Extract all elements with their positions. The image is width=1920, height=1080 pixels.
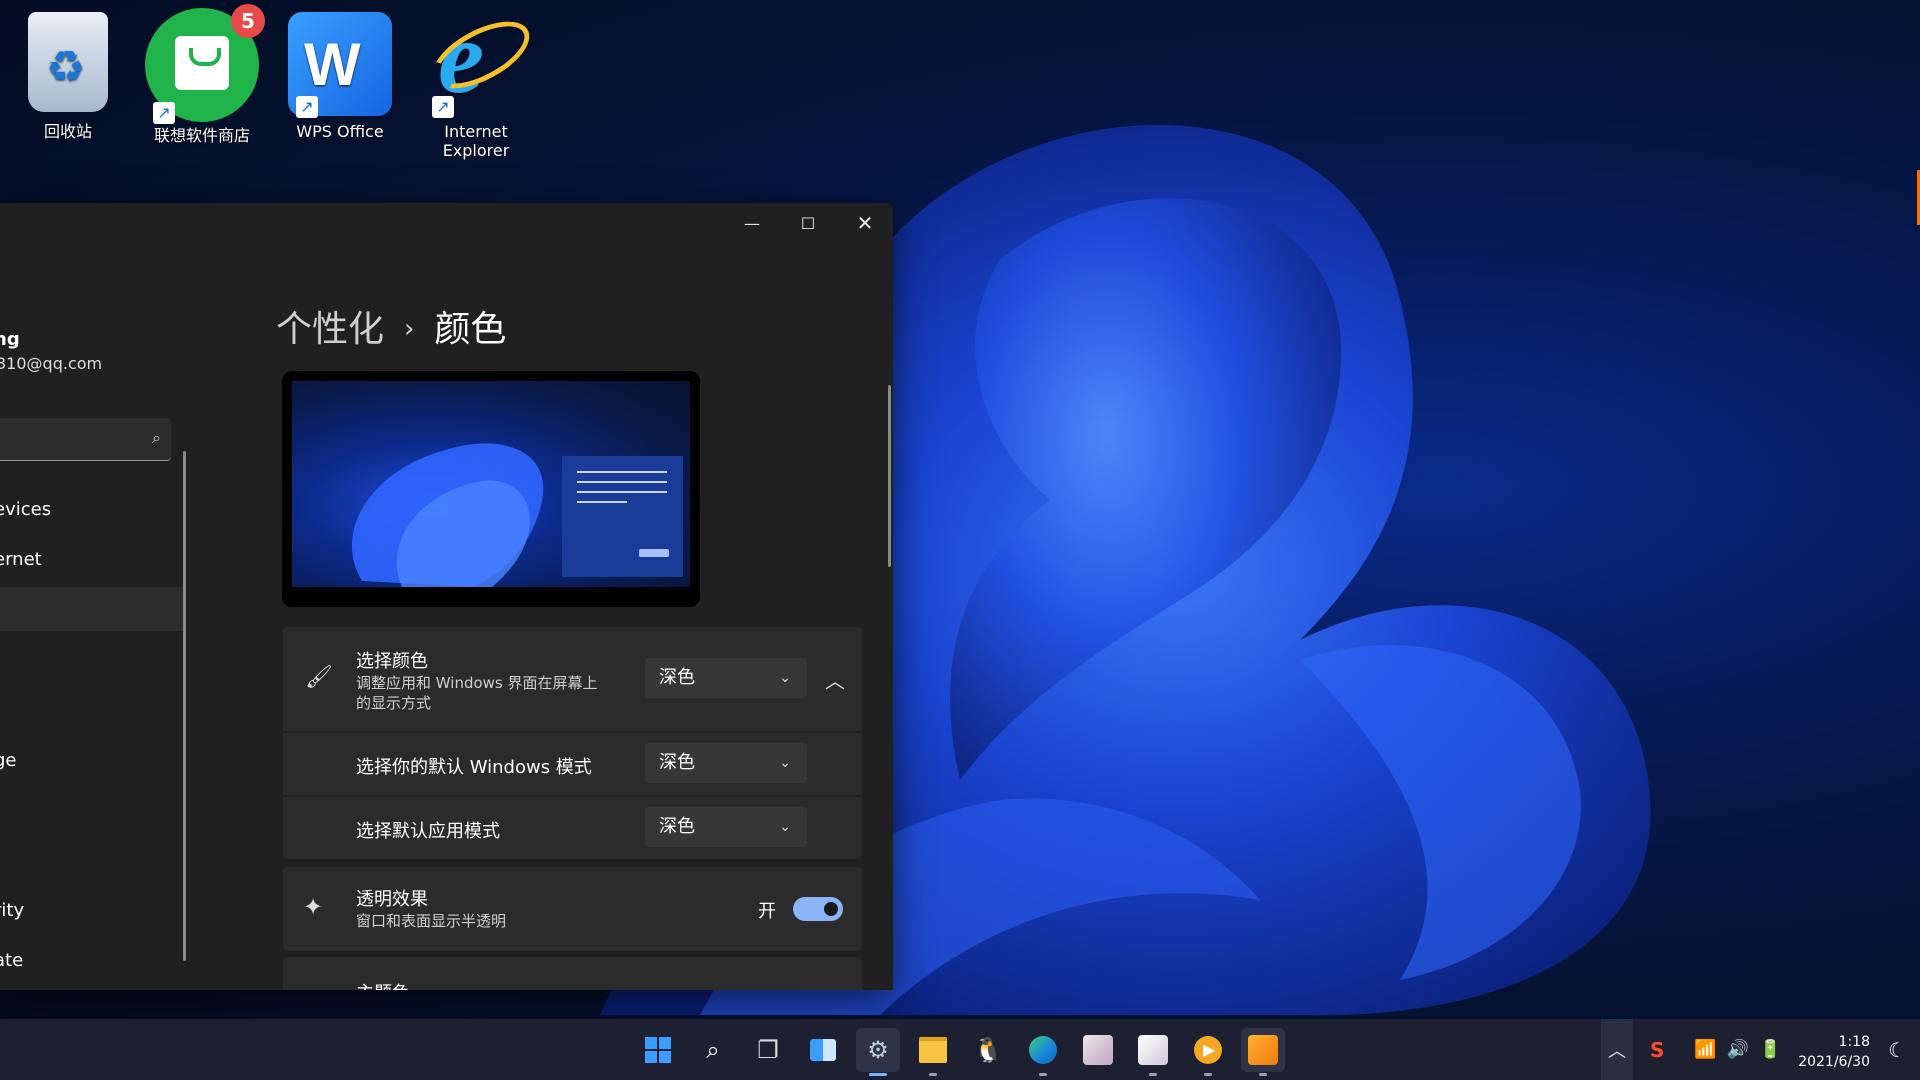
windows-mode-dropdown[interactable]: 深色 ⌄ <box>645 743 807 783</box>
file-explorer-icon[interactable] <box>911 1028 955 1076</box>
accent-color-card: 主题色 <box>283 957 862 990</box>
internet-explorer-icon: e ↗ <box>422 0 540 118</box>
paintbrush-icon: 🖌 <box>305 665 333 690</box>
choose-color-dropdown[interactable]: 深色 ⌄ <box>645 658 807 698</box>
user-email: 310@qq.com <box>0 354 103 373</box>
desktop-icon-wps-office[interactable]: W ↗ WPS Office <box>276 2 404 141</box>
app-mode-dropdown[interactable]: 深色 ⌄ <box>645 807 807 847</box>
app-mode-title: 选择默认应用模式 <box>356 821 500 842</box>
dropdown-value: 深色 <box>659 667 695 688</box>
shortcut-arrow-icon: ↗ <box>432 96 454 118</box>
shortcut-arrow-icon: ↗ <box>296 96 318 118</box>
app-icon-3[interactable] <box>1241 1028 1285 1076</box>
windows-mode-title: 选择你的默认 Windows 模式 <box>356 757 592 778</box>
sidebar-item-label: ge <box>0 750 17 771</box>
clock[interactable]: 1:18 2021/6/30 <box>1798 1032 1870 1072</box>
sidebar-item-update[interactable]: ate <box>0 939 184 983</box>
user-name: ng <box>0 329 20 350</box>
close-button[interactable]: ✕ <box>837 203 893 243</box>
app-icon-2[interactable] <box>1131 1028 1175 1076</box>
video-icon[interactable]: ▶ <box>1186 1028 1230 1076</box>
clock-time: 1:18 <box>1838 1034 1870 1050</box>
desktop-icon-label: Internet <box>444 122 508 141</box>
sidebar-item-language[interactable]: ge <box>0 739 184 783</box>
qq-icon[interactable]: 🐧 <box>966 1028 1010 1072</box>
sidebar-scrollbar[interactable] <box>183 451 186 961</box>
desktop-icon-internet-explorer[interactable]: e ↗ Internet Explorer <box>412 0 540 160</box>
content-scrollbar[interactable] <box>888 385 891 567</box>
accent-color-title: 主题色 <box>356 979 410 990</box>
sidebar-item-label: rity <box>0 900 25 921</box>
toggle-state-label: 开 <box>758 901 776 922</box>
chevron-down-icon: ⌄ <box>779 670 791 686</box>
recycle-bin-icon: ♻ <box>28 12 108 112</box>
choose-color-subtitle-line2: 的显示方式 <box>356 694 432 712</box>
battery-icon[interactable]: 🔋 <box>1759 1039 1781 1060</box>
chevron-down-icon: ⌄ <box>779 819 791 835</box>
wps-office-icon: W ↗ <box>288 12 392 118</box>
clock-date: 2021/6/30 <box>1798 1054 1870 1070</box>
desktop-icon-recycle-bin[interactable]: ♻ 回收站 <box>4 2 132 142</box>
edge-icon[interactable] <box>1021 1028 1065 1076</box>
notification-badge: 5 <box>231 4 265 38</box>
widgets-icon[interactable] <box>801 1028 845 1072</box>
preview-wallpaper <box>292 381 690 587</box>
choose-color-subtitle-line1: 调整应用和 Windows 界面在屏幕上 <box>356 674 598 692</box>
volume-icon[interactable]: 🔊 <box>1727 1039 1749 1060</box>
page-title: 颜色 <box>434 309 507 350</box>
settings-window: — ☐ ✕ ng 310@qq.com ⌕ evices ernet ge ri… <box>0 203 893 990</box>
desktop-icon-lenovo-store[interactable]: 5 ↗ 联想软件商店 <box>138 2 266 146</box>
maximize-button[interactable]: ☐ <box>780 203 836 243</box>
transparency-subtitle: 窗口和表面显示半透明 <box>356 912 507 930</box>
sidebar-item-label: ernet <box>0 549 42 570</box>
choose-color-card: 🖌 选择颜色 调整应用和 Windows 界面在屏幕上 的显示方式 深色 ⌄ ︿ <box>283 627 862 731</box>
transparency-title: 透明效果 <box>356 889 428 910</box>
sidebar-item-label: ate <box>0 950 24 971</box>
search-icon: ⌕ <box>152 428 161 447</box>
title-bar: — ☐ ✕ <box>0 203 893 243</box>
breadcrumb: 个性化 › 颜色 <box>276 300 506 352</box>
shortcut-arrow-icon: ↗ <box>153 102 175 124</box>
choose-color-title: 选择颜色 <box>356 651 428 672</box>
dropdown-value: 深色 <box>659 752 695 773</box>
sogou-ime-icon[interactable]: S <box>1650 1038 1664 1062</box>
dropdown-value: 深色 <box>659 816 695 837</box>
sidebar-item-label: evices <box>0 499 52 520</box>
desktop-icon-label: 联想软件商店 <box>153 126 250 145</box>
app-icon-1[interactable] <box>1076 1028 1120 1072</box>
breadcrumb-parent[interactable]: 个性化 <box>276 309 384 350</box>
chevron-right-icon: › <box>404 314 415 344</box>
wifi-icon[interactable]: 📶 <box>1694 1039 1716 1060</box>
sidebar-item-personalization[interactable] <box>0 587 184 631</box>
preview-window <box>562 456 683 577</box>
sidebar: ng 310@qq.com ⌕ evices ernet ge rity ate <box>0 243 190 990</box>
system-tray: S 📶 🔊 🔋 <box>1650 1019 1782 1080</box>
sidebar-item-devices[interactable]: evices <box>0 488 184 532</box>
task-view-icon[interactable]: ❐ <box>746 1028 790 1072</box>
minimize-button[interactable]: — <box>724 203 780 243</box>
transparency-card: ✦ 透明效果 窗口和表面显示半透明 开 <box>283 867 862 951</box>
desktop-icon-label: Explorer <box>442 141 510 160</box>
transparency-toggle[interactable] <box>793 897 843 921</box>
chevron-down-icon: ⌄ <box>779 755 791 771</box>
sidebar-item-internet[interactable]: ernet <box>0 538 184 582</box>
windows-mode-row: 选择你的默认 Windows 模式 深色 ⌄ <box>283 733 862 795</box>
start-icon[interactable] <box>636 1028 680 1072</box>
theme-preview <box>282 371 700 607</box>
transparency-icon: ✦ <box>303 893 324 921</box>
lenovo-store-icon: 5 ↗ <box>145 4 265 124</box>
app-mode-row: 选择默认应用模式 深色 ⌄ <box>283 797 862 859</box>
chevron-up-icon[interactable]: ︿ <box>825 665 845 694</box>
search-icon[interactable]: ⌕ <box>691 1028 735 1072</box>
desktop-icon-label: WPS Office <box>296 122 384 141</box>
show-hidden-icons-button[interactable]: ︿ <box>1601 1019 1633 1080</box>
taskbar: ⌕ ❐ ⚙ 🐧 ▶ ︿ S 📶 🔊 🔋 1:18 2021/6/30 ☾ <box>0 1019 1920 1080</box>
sidebar-item-security[interactable]: rity <box>0 889 184 933</box>
search-input[interactable]: ⌕ <box>0 418 171 461</box>
settings-icon[interactable]: ⚙ <box>856 1028 900 1076</box>
notification-center-icon[interactable]: ☾ <box>1888 1019 1906 1080</box>
desktop-icon-label: 回收站 <box>43 122 92 141</box>
